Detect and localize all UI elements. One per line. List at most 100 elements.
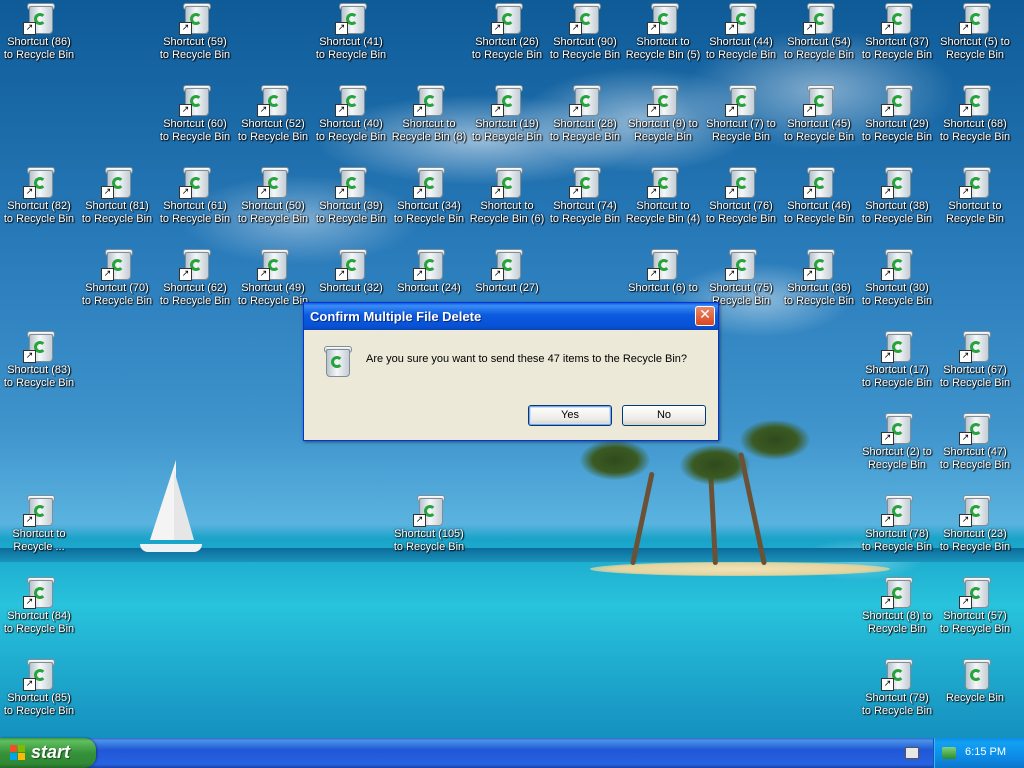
shortcut-arrow-icon: ↗ [881,104,894,117]
desktop-icon-recycle-bin-shortcut[interactable]: ↗ Shortcut (85) to Recycle Bin [0,658,78,718]
no-button[interactable]: No [622,405,706,426]
icon-label-line1: Shortcut (78) [865,528,929,540]
recycle-bin-icon: ↗ [23,330,55,363]
desktop-icon-recycle-bin-shortcut[interactable]: ↗ Shortcut (26) to Recycle Bin [468,2,546,62]
network-icon[interactable] [942,747,956,759]
desktop-icon-recycle-bin-shortcut[interactable]: ↗ Shortcut (40) to Recycle Bin [312,84,390,144]
start-button[interactable]: start [0,738,96,768]
icon-label-line2: to Recycle Bin [861,705,933,717]
desktop-icon-recycle-bin-shortcut[interactable]: ↗ Shortcut (67) to Recycle Bin [936,330,1014,390]
palm-leaves [740,420,810,460]
shortcut-arrow-icon: ↗ [959,186,972,199]
desktop-icon-recycle-bin-shortcut[interactable]: ↗ Shortcut (82) to Recycle Bin [0,166,78,226]
keyboard-icon[interactable] [905,747,919,759]
icon-label-line2: to Recycle Bin [783,295,855,307]
desktop-icon-recycle-bin-shortcut[interactable]: ↗ Shortcut (9) to Recycle Bin [624,84,702,144]
desktop-icon-recycle-bin-shortcut[interactable]: ↗ Shortcut (83) to Recycle Bin [0,330,78,390]
desktop-icon-recycle-bin-shortcut[interactable]: ↗ Shortcut to Recycle Bin (8) [390,84,468,144]
shortcut-arrow-icon: ↗ [23,22,36,35]
desktop-icon-recycle-bin-shortcut[interactable]: ↗ Shortcut (17) to Recycle Bin [858,330,936,390]
clock[interactable]: 6:15 PM [965,746,1006,758]
desktop-icon-recycle-bin-shortcut[interactable]: ↗ Shortcut (19) to Recycle Bin [468,84,546,144]
desktop-icon-recycle-bin-shortcut[interactable]: ↗ Shortcut (38) to Recycle Bin [858,166,936,226]
icon-label-line1: Shortcut (50) [241,200,305,212]
recycle-bin-icon: ↗ [23,166,55,199]
desktop-icon-recycle-bin-shortcut[interactable]: ↗ Shortcut (60) to Recycle Bin [156,84,234,144]
recycle-bin-icon: ↗ [647,248,679,281]
icon-label-line2: to Recycle Bin [939,377,1011,389]
desktop-icon-recycle-bin-shortcut[interactable]: ↗ Shortcut (24) [390,248,468,295]
recycle-bin-icon: ↗ [803,84,835,117]
desktop-icon-recycle-bin-shortcut[interactable]: ↗ Shortcut (28) to Recycle Bin [546,84,624,144]
desktop-icon-recycle-bin-shortcut[interactable]: ↗ Shortcut (27) [468,248,546,295]
recycle-bin-icon: ↗ [179,166,211,199]
desktop-icon-recycle-bin-shortcut[interactable]: ↗ Shortcut (62) to Recycle Bin [156,248,234,308]
desktop-icon-recycle-bin-shortcut[interactable]: ↗ Shortcut (90) to Recycle Bin [546,2,624,62]
desktop-icon-recycle-bin-shortcut[interactable]: ↗ Shortcut (47) to Recycle Bin [936,412,1014,472]
desktop-icon-recycle-bin-shortcut[interactable]: ↗ Shortcut (105) to Recycle Bin [390,494,468,554]
recycle-bin-icon: ↗ [413,84,445,117]
dialog-close-button[interactable]: ✕ [695,306,715,326]
shortcut-arrow-icon: ↗ [959,350,972,363]
desktop-icon-recycle-bin-shortcut[interactable]: ↗ Shortcut (52) to Recycle Bin [234,84,312,144]
desktop-icon-recycle-bin-shortcut[interactable]: ↗ Shortcut (32) [312,248,390,295]
yes-button[interactable]: Yes [528,405,612,426]
recycle-bin-icon: ↗ [803,166,835,199]
desktop-icon-recycle-bin-shortcut[interactable]: ↗ Shortcut (76) to Recycle Bin [702,166,780,226]
desktop-icon-recycle-bin-shortcut[interactable]: ↗ Shortcut (5) to Recycle Bin [936,2,1014,62]
desktop-icon-recycle-bin-shortcut[interactable]: ↗ Shortcut (6) to [624,248,702,295]
icon-label-line1: Shortcut (44) [709,36,773,48]
desktop-icon-recycle-bin-shortcut[interactable]: ↗ Shortcut (54) to Recycle Bin [780,2,858,62]
desktop-icon-recycle-bin-shortcut[interactable]: ↗ Shortcut to Recycle Bin (6) [468,166,546,226]
desktop-icon-recycle-bin-shortcut[interactable]: ↗ Shortcut (70) to Recycle Bin [78,248,156,308]
desktop-icon-recycle-bin-shortcut[interactable]: ↗ Shortcut (23) to Recycle Bin [936,494,1014,554]
desktop-icon-recycle-bin-shortcut[interactable]: ↗ Shortcut (41) to Recycle Bin [312,2,390,62]
desktop-icon-recycle-bin-shortcut[interactable]: ↗ Shortcut to Recycle Bin (4) [624,166,702,226]
desktop-icon-recycle-bin-shortcut[interactable]: ↗ Shortcut (45) to Recycle Bin [780,84,858,144]
desktop-icon-recycle-bin-shortcut[interactable]: ↗ Shortcut (61) to Recycle Bin [156,166,234,226]
desktop-icon-recycle-bin-shortcut[interactable]: ↗ Shortcut (50) to Recycle Bin [234,166,312,226]
desktop-icon-recycle-bin-shortcut[interactable]: ↗ Shortcut (59) to Recycle Bin [156,2,234,62]
desktop-icon-recycle-bin-shortcut[interactable]: ↗ Shortcut (39) to Recycle Bin [312,166,390,226]
recycle-bin-icon: ↗ [569,2,601,35]
desktop-icon-recycle-bin-shortcut[interactable]: ↗ Shortcut (34) to Recycle Bin [390,166,468,226]
desktop-icon-recycle-bin-shortcut[interactable]: ↗ Shortcut (29) to Recycle Bin [858,84,936,144]
icon-label-line1: Shortcut (27) [475,282,539,294]
shortcut-arrow-icon: ↗ [491,22,504,35]
recycle-bin-icon: ↗ [335,166,367,199]
desktop-icon-recycle-bin-shortcut[interactable]: ↗ Shortcut (7) to Recycle Bin [702,84,780,144]
desktop-icon-recycle-bin-shortcut[interactable]: ↗ Shortcut (57) to Recycle Bin [936,576,1014,636]
icon-label-line2: Recycle Bin [633,131,693,143]
recycle-bin-icon: ↗ [959,576,991,609]
shortcut-arrow-icon: ↗ [959,514,972,527]
desktop-icon-recycle-bin-shortcut[interactable]: ↗ Shortcut (44) to Recycle Bin [702,2,780,62]
desktop-icon-recycle-bin-shortcut[interactable]: ↗ Shortcut (46) to Recycle Bin [780,166,858,226]
recycle-bin-icon: ↗ [491,84,523,117]
desktop-icon-recycle-bin-shortcut[interactable]: ↗ Shortcut (81) to Recycle Bin [78,166,156,226]
desktop-icon-recycle-bin-shortcut[interactable]: ↗ Shortcut to Recycle Bin (5) [624,2,702,62]
dialog-titlebar[interactable]: Confirm Multiple File Delete ✕ [304,303,718,330]
desktop-icon-recycle-bin-shortcut[interactable]: ↗ Shortcut to Recycle ... [0,494,78,554]
recycle-bin-icon: ↗ [803,2,835,35]
desktop-icon-recycle-bin-shortcut[interactable]: ↗ Shortcut (84) to Recycle Bin [0,576,78,636]
desktop-icon-recycle-bin-shortcut[interactable]: ↗ Shortcut (79) to Recycle Bin [858,658,936,718]
desktop-icon-recycle-bin-shortcut[interactable]: Recycle Bin [936,658,1014,705]
desktop-icon-recycle-bin-shortcut[interactable]: ↗ Shortcut (86) to Recycle Bin [0,2,78,62]
desktop-icon-recycle-bin-shortcut[interactable]: ↗ Shortcut (49) to Recycle Bin [234,248,312,308]
desktop-icon-recycle-bin-shortcut[interactable]: ↗ Shortcut (37) to Recycle Bin [858,2,936,62]
recycle-bin-icon: ↗ [257,166,289,199]
icon-label-line2: to Recycle Bin [159,295,231,307]
desktop-icon-recycle-bin-shortcut[interactable]: ↗ Shortcut (36) to Recycle Bin [780,248,858,308]
desktop-icon-recycle-bin-shortcut[interactable]: ↗ Shortcut (74) to Recycle Bin [546,166,624,226]
desktop-icon-recycle-bin-shortcut[interactable]: ↗ Shortcut (30) to Recycle Bin [858,248,936,308]
desktop-icon-recycle-bin-shortcut[interactable]: ↗ Shortcut (8) to Recycle Bin [858,576,936,636]
desktop-icon-recycle-bin-shortcut[interactable]: ↗ Shortcut to Recycle Bin [936,166,1014,226]
recycle-bin-icon: ↗ [335,2,367,35]
icon-label-line1: Shortcut to [636,200,690,212]
desktop-icon-recycle-bin-shortcut[interactable]: ↗ Shortcut (78) to Recycle Bin [858,494,936,554]
recycle-bin-icon [320,345,352,377]
desktop-icon-recycle-bin-shortcut[interactable]: ↗ Shortcut (2) to Recycle Bin [858,412,936,472]
desktop-icon-recycle-bin-shortcut[interactable]: ↗ Shortcut (75) Recycle Bin [702,248,780,308]
icon-label-line2: to Recycle Bin [861,541,933,553]
desktop-icon-recycle-bin-shortcut[interactable]: ↗ Shortcut (68) to Recycle Bin [936,84,1014,144]
